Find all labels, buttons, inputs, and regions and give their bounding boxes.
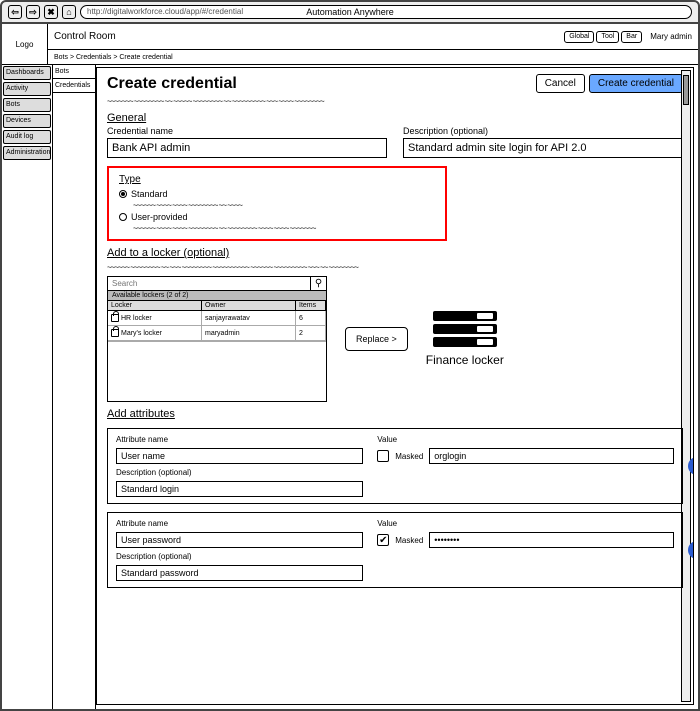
close-icon[interactable]: ✖: [44, 5, 58, 19]
radio-standard-label: Standard: [131, 189, 168, 199]
value-label: Value: [377, 435, 674, 444]
tab-bots[interactable]: Bots: [53, 65, 95, 79]
credential-name-input[interactable]: [107, 138, 387, 158]
nav-dashboards[interactable]: Dashboards: [3, 66, 51, 80]
attribute-row: Attribute name Description (optional) Va…: [107, 428, 683, 504]
pill-global[interactable]: Global: [564, 31, 594, 43]
col-owner: Owner: [202, 301, 296, 311]
attr-name-label: Attribute name: [116, 519, 363, 528]
app-frame: Logo Control Room Global Tool Bar Mary a…: [0, 24, 700, 711]
lock-icon: [111, 329, 119, 337]
back-icon[interactable]: ⇦: [8, 5, 22, 19]
selected-locker: Finance locker: [426, 311, 504, 367]
lock-icon: [111, 314, 119, 322]
cancel-button[interactable]: Cancel: [536, 74, 585, 93]
empty-rows: [108, 341, 326, 401]
attr-value-input[interactable]: [429, 448, 674, 464]
logo: Logo: [2, 24, 48, 64]
replace-button[interactable]: Replace >: [345, 327, 408, 351]
available-lockers-count: Available lockers (2 of 2): [108, 291, 326, 301]
forward-icon[interactable]: ⇨: [26, 5, 40, 19]
nav-activity[interactable]: Activity: [3, 82, 51, 96]
section-general: General: [107, 112, 683, 124]
placeholder-text: ~~~~~~ ~~~~ ~~~~ ~~~~~~~~ ~~ ~~~~~~~~ ~~…: [133, 224, 435, 233]
nav-devices[interactable]: Devices: [3, 114, 51, 128]
nav-bots[interactable]: Bots: [3, 98, 51, 112]
attr-name-label: Attribute name: [116, 435, 363, 444]
type-heading: Type: [119, 174, 435, 185]
scrollbar[interactable]: [681, 70, 691, 702]
radio-standard[interactable]: [119, 190, 127, 198]
pill-tool[interactable]: Tool: [596, 31, 619, 43]
create-credential-button[interactable]: Create credential: [589, 74, 683, 93]
attr-desc-label: Description (optional): [116, 468, 363, 477]
browser-toolbar: ⇦ ⇨ ✖ ⌂ http://digitalworkforce.cloud/ap…: [0, 0, 700, 24]
main-panel: Create credential Cancel Create credenti…: [96, 67, 694, 705]
toolbar-pills: Global Tool Bar: [564, 31, 642, 43]
scrollbar-thumb[interactable]: [683, 75, 689, 105]
nav-audit-log[interactable]: Audit log: [3, 130, 51, 144]
available-lockers-panel: ⚲ Available lockers (2 of 2) Locker Owne…: [107, 276, 327, 402]
description-label: Description (optional): [403, 126, 683, 136]
search-icon[interactable]: ⚲: [310, 277, 326, 290]
locker-search-input[interactable]: [108, 277, 310, 290]
section-locker: Add to a locker (optional): [107, 247, 683, 259]
col-items: Items: [296, 301, 326, 311]
description-input[interactable]: [403, 138, 683, 158]
home-icon[interactable]: ⌂: [62, 5, 76, 19]
attribute-row: Attribute name Description (optional) Va…: [107, 512, 683, 588]
current-user[interactable]: Mary admin: [650, 32, 692, 41]
window-title: Automation Anywhere: [306, 7, 394, 17]
placeholder-text: ~~~~~~~ ~~~~~~~~ ~~ ~~~~~ ~~~~~~~~ ~~ ~~…: [107, 97, 683, 106]
page-title: Create credential: [107, 75, 237, 93]
selected-locker-name: Finance locker: [426, 353, 504, 367]
sub-tabs: Bots Credentials: [52, 65, 96, 709]
attr-desc-input[interactable]: [116, 565, 363, 581]
attr-desc-label: Description (optional): [116, 552, 363, 561]
radio-user-provided[interactable]: [119, 213, 127, 221]
placeholder-text: ~~~~~~ ~~~~~~~~ ~~ ~~~ ~~~~~~~~ ~~~~~~~~…: [107, 263, 683, 272]
pill-bar[interactable]: Bar: [621, 31, 642, 43]
masked-checkbox[interactable]: [377, 450, 389, 462]
breadcrumb: Bots > Credentials > Create credential: [48, 50, 698, 64]
masked-checkbox[interactable]: ✔: [377, 534, 389, 546]
left-nav: Dashboards Activity Bots Devices Audit l…: [2, 65, 52, 709]
masked-label: Masked: [395, 452, 423, 461]
radio-user-provided-label: User-provided: [131, 212, 188, 222]
attr-name-input[interactable]: [116, 532, 363, 548]
attr-value-input[interactable]: [429, 532, 674, 548]
credential-name-label: Credential name: [107, 126, 387, 136]
value-label: Value: [377, 519, 674, 528]
server-icon: [433, 311, 497, 347]
attr-desc-input[interactable]: [116, 481, 363, 497]
locker-row[interactable]: Mary's locker: [108, 326, 202, 341]
type-section-highlight: Type Standard ~~~~~~ ~~~~ ~~~~ ~~~~~~~~ …: [107, 166, 447, 241]
placeholder-text: ~~~~~~ ~~~~ ~~~~ ~~~~~~~~ ~~ ~~~~: [133, 201, 435, 210]
locker-row[interactable]: HR locker: [108, 311, 202, 326]
section-attributes: Add attributes: [107, 408, 683, 420]
masked-label: Masked: [395, 536, 423, 545]
control-room-label: Control Room: [54, 31, 116, 42]
nav-administration[interactable]: Administration: [3, 146, 51, 160]
attr-name-input[interactable]: [116, 448, 363, 464]
tab-credentials[interactable]: Credentials: [53, 79, 95, 93]
col-locker: Locker: [108, 301, 202, 311]
